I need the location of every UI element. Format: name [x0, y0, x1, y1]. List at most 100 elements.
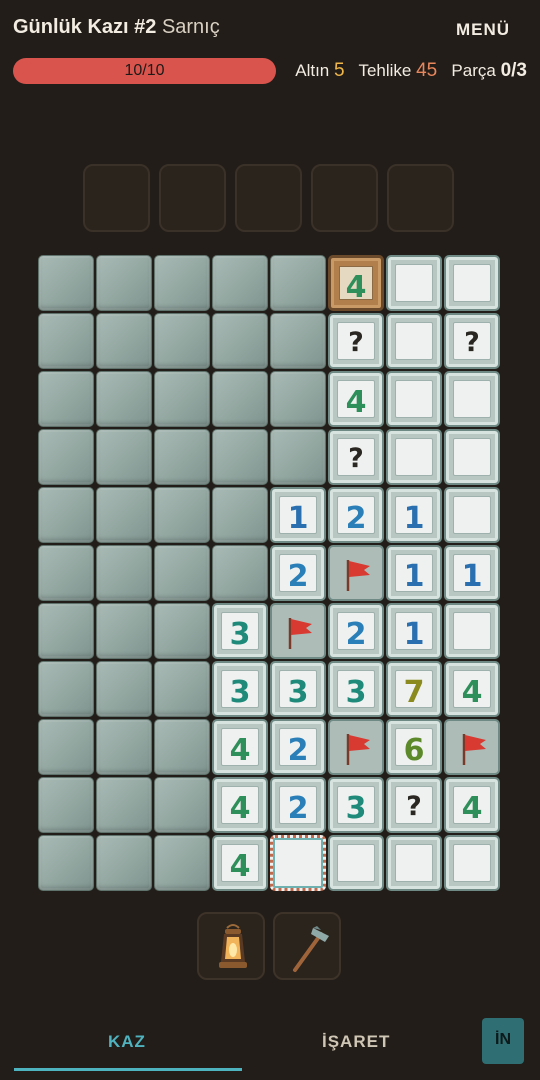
- tile-unrevealed[interactable]: [212, 371, 268, 427]
- tile-unrevealed[interactable]: [96, 429, 152, 485]
- tile-revealed[interactable]: 4: [212, 835, 268, 891]
- tile-unrevealed[interactable]: [212, 313, 268, 369]
- inventory-slot-2[interactable]: [159, 164, 226, 232]
- tile-revealed[interactable]: 7: [386, 661, 442, 717]
- tile-unrevealed[interactable]: [38, 661, 94, 717]
- tile-selected[interactable]: [270, 835, 326, 891]
- tile-revealed[interactable]: 1: [444, 545, 500, 601]
- tile-revealed[interactable]: 2: [270, 545, 326, 601]
- tile-revealed[interactable]: [444, 603, 500, 659]
- tab-mark[interactable]: İŞARET: [322, 1032, 390, 1052]
- tile-unrevealed[interactable]: [38, 545, 94, 601]
- tile-unrevealed[interactable]: [154, 429, 210, 485]
- tile-flagged[interactable]: [328, 545, 384, 601]
- tile-revealed[interactable]: 3: [328, 661, 384, 717]
- tile-flagged[interactable]: [328, 719, 384, 775]
- tile-revealed[interactable]: 3: [212, 603, 268, 659]
- tile-revealed[interactable]: [386, 255, 442, 311]
- tile-unrevealed[interactable]: [154, 603, 210, 659]
- tile-unrevealed[interactable]: [154, 661, 210, 717]
- gold-value: 5: [334, 60, 345, 81]
- tile-unrevealed[interactable]: [38, 777, 94, 833]
- tile-unrevealed[interactable]: [96, 313, 152, 369]
- inventory-slot-4[interactable]: [311, 164, 378, 232]
- tile-highlighted[interactable]: 4: [328, 255, 384, 311]
- tile-unrevealed[interactable]: [154, 719, 210, 775]
- tile-revealed[interactable]: [444, 835, 500, 891]
- tile-unrevealed[interactable]: [96, 545, 152, 601]
- tile-unrevealed[interactable]: [38, 835, 94, 891]
- tile-revealed[interactable]: [444, 371, 500, 427]
- tile-unrevealed[interactable]: [154, 777, 210, 833]
- tile-unrevealed[interactable]: [38, 255, 94, 311]
- inventory-slot-5[interactable]: [387, 164, 454, 232]
- tile-revealed[interactable]: 3: [270, 661, 326, 717]
- tile-revealed[interactable]: [444, 487, 500, 543]
- tile-revealed[interactable]: 3: [212, 661, 268, 717]
- tile-unrevealed[interactable]: [270, 371, 326, 427]
- tile-revealed[interactable]: 3: [328, 777, 384, 833]
- tile-unrevealed[interactable]: [212, 255, 268, 311]
- tile-revealed[interactable]: 4: [444, 777, 500, 833]
- tile-revealed[interactable]: ?: [328, 313, 384, 369]
- tile-revealed[interactable]: [386, 371, 442, 427]
- pickaxe-button[interactable]: [273, 912, 341, 980]
- descend-button[interactable]: İN: [482, 1018, 524, 1064]
- tile-revealed[interactable]: 6: [386, 719, 442, 775]
- tile-revealed[interactable]: 4: [212, 719, 268, 775]
- tile-unrevealed[interactable]: [154, 255, 210, 311]
- tile-unrevealed[interactable]: [154, 313, 210, 369]
- tile-unrevealed[interactable]: [154, 371, 210, 427]
- inventory-slot-1[interactable]: [83, 164, 150, 232]
- tile-revealed[interactable]: 4: [444, 661, 500, 717]
- tile-unrevealed[interactable]: [212, 487, 268, 543]
- tile-revealed[interactable]: ?: [328, 429, 384, 485]
- tile-unrevealed[interactable]: [96, 661, 152, 717]
- tile-unrevealed[interactable]: [96, 487, 152, 543]
- tile-revealed[interactable]: 1: [386, 487, 442, 543]
- tile-unrevealed[interactable]: [38, 429, 94, 485]
- tile-unrevealed[interactable]: [154, 835, 210, 891]
- tile-unrevealed[interactable]: [96, 777, 152, 833]
- lantern-button[interactable]: [197, 912, 265, 980]
- tile-unrevealed[interactable]: [270, 255, 326, 311]
- tile-revealed[interactable]: 4: [328, 371, 384, 427]
- tile-revealed[interactable]: 1: [270, 487, 326, 543]
- tile-revealed[interactable]: ?: [386, 777, 442, 833]
- tile-unrevealed[interactable]: [96, 371, 152, 427]
- tile-revealed[interactable]: 1: [386, 545, 442, 601]
- tile-unrevealed[interactable]: [212, 429, 268, 485]
- tile-unrevealed[interactable]: [38, 371, 94, 427]
- tile-revealed[interactable]: 2: [270, 777, 326, 833]
- tile-flagged[interactable]: [270, 603, 326, 659]
- tile-unrevealed[interactable]: [96, 835, 152, 891]
- tile-unrevealed[interactable]: [270, 313, 326, 369]
- tile-revealed[interactable]: 2: [270, 719, 326, 775]
- tile-revealed[interactable]: [386, 835, 442, 891]
- tile-unrevealed[interactable]: [38, 603, 94, 659]
- tile-unrevealed[interactable]: [96, 603, 152, 659]
- tile-revealed[interactable]: [386, 429, 442, 485]
- tile-unrevealed[interactable]: [38, 719, 94, 775]
- tile-revealed[interactable]: 2: [328, 603, 384, 659]
- tile-revealed[interactable]: ?: [444, 313, 500, 369]
- tile-unrevealed[interactable]: [38, 313, 94, 369]
- tile-revealed[interactable]: 4: [212, 777, 268, 833]
- tile-revealed[interactable]: [444, 429, 500, 485]
- tile-revealed[interactable]: 1: [386, 603, 442, 659]
- tile-revealed[interactable]: [328, 835, 384, 891]
- tile-unrevealed[interactable]: [96, 255, 152, 311]
- tile-revealed[interactable]: 2: [328, 487, 384, 543]
- tile-flagged[interactable]: [444, 719, 500, 775]
- tile-revealed[interactable]: [386, 313, 442, 369]
- tile-unrevealed[interactable]: [154, 487, 210, 543]
- tile-unrevealed[interactable]: [270, 429, 326, 485]
- tile-unrevealed[interactable]: [212, 545, 268, 601]
- tab-dig[interactable]: KAZ: [108, 1032, 146, 1052]
- menu-button[interactable]: MENÜ: [456, 20, 510, 40]
- inventory-slot-3[interactable]: [235, 164, 302, 232]
- tile-revealed[interactable]: [444, 255, 500, 311]
- tile-unrevealed[interactable]: [38, 487, 94, 543]
- tile-unrevealed[interactable]: [154, 545, 210, 601]
- tile-unrevealed[interactable]: [96, 719, 152, 775]
